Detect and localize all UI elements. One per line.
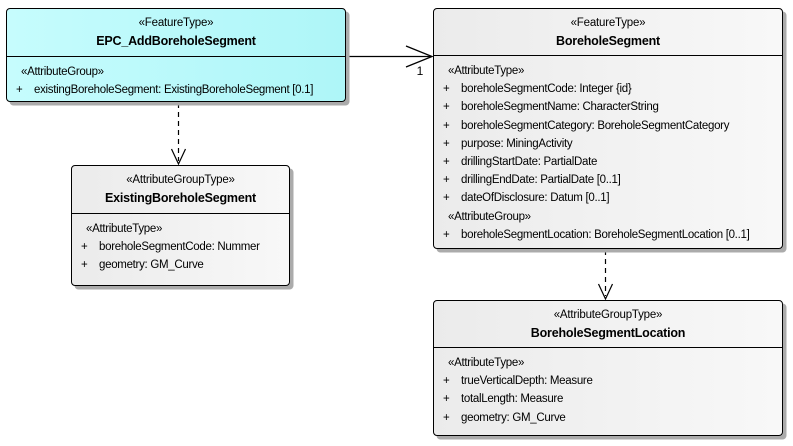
attribute-text: drillingEndDate: PartialDate [0..1] <box>461 174 621 186</box>
section-heading: «AttributeGroup» <box>7 63 345 81</box>
visibility-plus: + <box>7 84 34 96</box>
visibility-plus: + <box>434 192 461 204</box>
class-box-epc-addboreholesegment[interactable]: «FeatureType» EPC_AddBoreholeSegment «At… <box>6 8 346 102</box>
attribute-row: + boreholeSegmentCode: Nummer <box>72 238 289 256</box>
attribute-row: + boreholeSegmentCode: Integer {id} <box>434 80 782 98</box>
attribute-row: + boreholeSegmentName: CharacterString <box>434 98 782 116</box>
class-box-existingboreholesegment[interactable]: «AttributeGroupType» ExistingBoreholeSeg… <box>71 165 290 286</box>
class-name: BoreholeSegmentLocation <box>434 324 782 342</box>
stereotype-label: «FeatureType» <box>7 15 345 32</box>
section-heading: «AttributeType» <box>434 354 782 372</box>
uml-diagram-canvas: 1 «FeatureType» EPC_AddBoreholeSegment «… <box>0 0 793 446</box>
attribute-row: + totalLength: Measure <box>434 390 782 408</box>
attributes-compartment: «AttributeType» + trueVerticalDepth: Mea… <box>434 348 782 427</box>
multiplicity-label: 1 <box>413 64 427 78</box>
visibility-plus: + <box>72 259 99 271</box>
attribute-text: boreholeSegmentCode: Nummer <box>99 241 260 253</box>
class-header: «FeatureType» BoreholeSegment <box>434 9 782 56</box>
class-name: BoreholeSegment <box>434 32 782 50</box>
visibility-plus: + <box>434 120 461 132</box>
dependency-connector-existing[interactable] <box>172 103 186 164</box>
attribute-text: totalLength: Measure <box>461 393 563 405</box>
stereotype-label: «AttributeGroupType» <box>434 307 782 324</box>
section-heading: «AttributeType» <box>434 62 782 80</box>
attribute-row: + purpose: MiningActivity <box>434 135 782 153</box>
attribute-text: dateOfDisclosure: Datum [0..1] <box>461 192 609 204</box>
visibility-plus: + <box>434 83 461 95</box>
class-box-boreholesegment[interactable]: «FeatureType» BoreholeSegment «Attribute… <box>433 8 783 249</box>
visibility-plus: + <box>434 138 461 150</box>
attribute-text: purpose: MiningActivity <box>461 138 572 150</box>
attribute-row: + boreholeSegmentCategory: BoreholeSegme… <box>434 117 782 135</box>
attribute-text: drillingStartDate: PartialDate <box>461 156 597 168</box>
attribute-text: trueVerticalDepth: Measure <box>461 375 593 387</box>
attribute-text: boreholeSegmentName: CharacterString <box>461 101 659 113</box>
attribute-row: + existingBoreholeSegment: ExistingBoreh… <box>7 81 345 99</box>
class-header: «AttributeGroupType» ExistingBoreholeSeg… <box>72 166 289 214</box>
visibility-plus: + <box>434 375 461 387</box>
visibility-plus: + <box>434 229 461 241</box>
visibility-plus: + <box>434 101 461 113</box>
attribute-row: + geometry: GM_Curve <box>434 409 782 427</box>
visibility-plus: + <box>434 174 461 186</box>
visibility-plus: + <box>72 241 99 253</box>
attribute-row: + drillingEndDate: PartialDate [0..1] <box>434 171 782 189</box>
attribute-text: boreholeSegmentCode: Integer {id} <box>461 83 631 95</box>
visibility-plus: + <box>434 412 461 424</box>
attribute-text: boreholeSegmentLocation: BoreholeSegment… <box>461 229 749 241</box>
attributes-compartment: «AttributeType» + boreholeSegmentCode: N… <box>72 214 289 275</box>
class-name: EPC_AddBoreholeSegment <box>7 32 345 50</box>
attribute-text: geometry: GM_Curve <box>461 412 566 424</box>
section-heading: «AttributeGroup» <box>434 208 782 226</box>
stereotype-label: «AttributeGroupType» <box>72 172 289 189</box>
attributes-compartment: «AttributeGroup» + existingBoreholeSegme… <box>7 57 345 99</box>
stereotype-label: «FeatureType» <box>434 15 782 32</box>
class-box-boreholesegmentlocation[interactable]: «AttributeGroupType» BoreholeSegmentLoca… <box>433 300 783 436</box>
attribute-row: + trueVerticalDepth: Measure <box>434 372 782 390</box>
attribute-text: boreholeSegmentCategory: BoreholeSegment… <box>461 120 729 132</box>
class-header: «AttributeGroupType» BoreholeSegmentLoca… <box>434 301 782 348</box>
attribute-row: + drillingStartDate: PartialDate <box>434 153 782 171</box>
section-heading: «AttributeType» <box>72 220 289 238</box>
attribute-row: + boreholeSegmentLocation: BoreholeSegme… <box>434 226 782 244</box>
class-name: ExistingBoreholeSegment <box>72 189 289 207</box>
attributes-compartment: «AttributeType» + boreholeSegmentCode: I… <box>434 56 782 244</box>
attribute-text: existingBoreholeSegment: ExistingBorehol… <box>34 84 313 96</box>
attribute-row: + dateOfDisclosure: Datum [0..1] <box>434 189 782 207</box>
dependency-connector-location[interactable] <box>599 250 613 299</box>
visibility-plus: + <box>434 156 461 168</box>
attribute-text: geometry: GM_Curve <box>99 259 204 271</box>
class-header: «FeatureType» EPC_AddBoreholeSegment <box>7 9 345 57</box>
visibility-plus: + <box>434 393 461 405</box>
attribute-row: + geometry: GM_Curve <box>72 256 289 274</box>
